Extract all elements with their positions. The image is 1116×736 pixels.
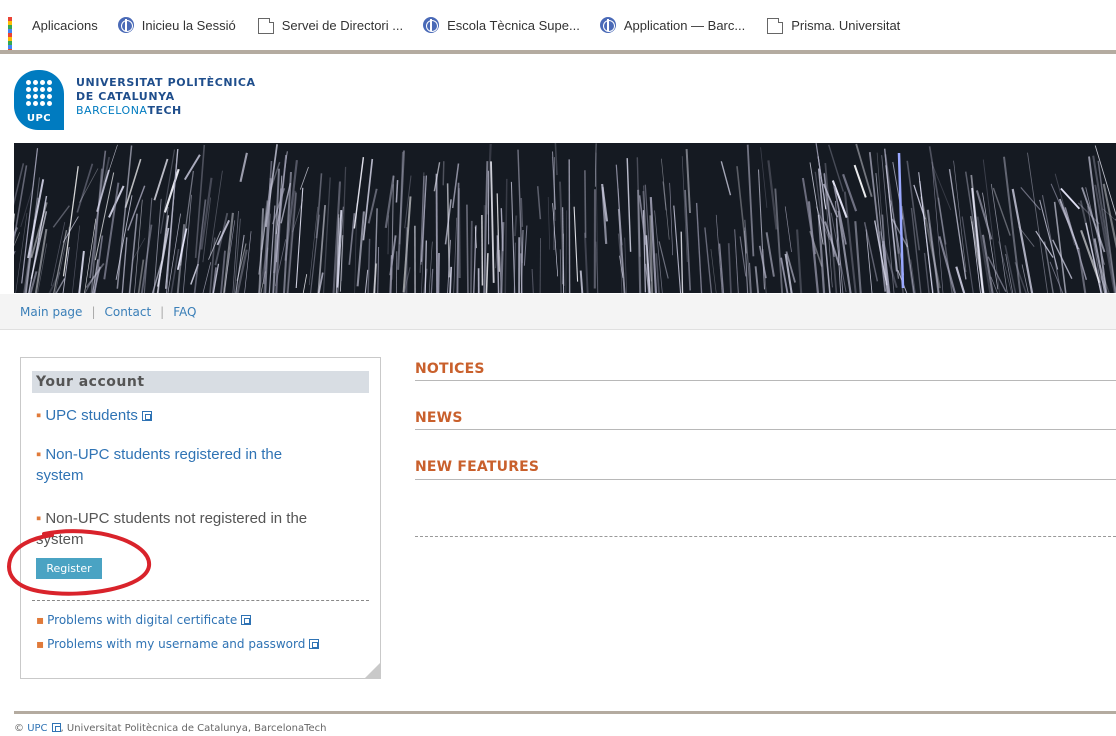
toolbar-divider	[0, 50, 1116, 54]
header-banner-image	[14, 143, 1116, 293]
bookmark-label: Escola Tècnica Supe...	[447, 17, 580, 33]
copyright-symbol: ©	[14, 723, 24, 734]
bookmarks-bar: Aplicacions Inicieu la Sessió Servei de …	[0, 0, 1116, 50]
bookmark-label: Servei de Directori ...	[281, 17, 404, 33]
problems-certificate-link[interactable]: Problems with digital certificate	[47, 613, 237, 627]
notices-rule	[415, 380, 1116, 381]
globe-icon	[117, 17, 134, 33]
list-item-non-upc-registered: ▪ Non-UPC students registered in the syste…	[36, 444, 282, 486]
nav-separator: |	[91, 304, 96, 319]
university-name-line1: UNIVERSITAT POLITÈCNICA	[76, 76, 256, 89]
list-item-non-upc-not-registered: ▪ Non-UPC students not registered in the s…	[36, 508, 307, 550]
bullet-icon: ▪	[36, 446, 42, 463]
university-name-line3: BARCELONATECH	[76, 104, 182, 117]
nav-separator: |	[160, 304, 165, 319]
apps-icon	[8, 17, 24, 50]
upc-logo[interactable]: UPC UNIVERSITAT POLITÈCNICA DE CATALUNYA…	[14, 70, 256, 132]
footer-upc-link[interactable]: UPC	[27, 723, 47, 734]
university-name: UNIVERSITAT POLITÈCNICA DE CATALUNYA BAR…	[76, 76, 256, 132]
upc-logo-mark: UPC	[14, 70, 64, 130]
external-link-icon	[51, 723, 61, 732]
logo-mark-text: UPC	[26, 113, 52, 124]
nav-faq[interactable]: FAQ	[173, 305, 196, 319]
external-link-icon	[241, 615, 252, 625]
content-divider	[415, 536, 1116, 537]
nav-contact[interactable]: Contact	[104, 305, 151, 319]
resize-corner	[365, 663, 380, 678]
list-item-problems-certificate: ▪ Problems with digital certificate	[36, 613, 252, 627]
non-upc-registered-link[interactable]: Non-UPC students registered in the system	[36, 446, 282, 484]
bookmark-inicieu-sessio[interactable]: Inicieu la Sessió	[117, 17, 236, 33]
bookmark-prisma[interactable]: Prisma. Universitat	[765, 17, 900, 34]
bookmark-label: Inicieu la Sessió	[141, 17, 236, 33]
globe-icon	[599, 17, 616, 33]
bookmark-aplicacions[interactable]: Aplicacions	[8, 17, 98, 50]
bookmark-label: Aplicacions	[32, 17, 98, 33]
news-rule	[415, 429, 1116, 430]
account-heading: Your account	[32, 371, 369, 393]
bookmark-escola-tecnica[interactable]: Escola Tècnica Supe...	[423, 17, 580, 33]
news-heading: NEWS	[415, 410, 463, 426]
new-features-rule	[415, 479, 1116, 480]
list-item-problems-username: ▪ Problems with my username and password	[36, 637, 320, 651]
account-panel: Your account ▪ UPC students ▪ Non-UPC stud…	[20, 357, 381, 679]
non-upc-not-registered-text: Non-UPC students not registered in the sy…	[36, 510, 308, 548]
bookmark-application[interactable]: Application — Barc...	[599, 17, 746, 33]
external-link-icon	[141, 411, 152, 421]
notices-heading: NOTICES	[415, 361, 485, 377]
divider	[32, 600, 369, 601]
page-icon	[767, 17, 784, 34]
footer-text: , Universitat Politècnica de Catalunya, …	[60, 723, 327, 734]
problems-username-link[interactable]: Problems with my username and password	[47, 637, 305, 651]
nav-main-page[interactable]: Main page	[20, 305, 82, 319]
external-link-icon	[309, 639, 320, 649]
bookmark-label: Application — Barc...	[623, 17, 746, 33]
footer: © UPC , Universitat Politècnica de Catalu…	[14, 723, 326, 734]
globe-icon	[423, 17, 440, 33]
upc-students-link[interactable]: UPC students	[45, 407, 138, 424]
bookmark-label: Prisma. Universitat	[791, 17, 901, 33]
bullet-icon: ▪	[36, 613, 45, 627]
register-button[interactable]: Register	[36, 558, 102, 579]
list-item-upc-students: ▪ UPC students	[36, 405, 152, 426]
top-nav: Main page | Contact | FAQ	[0, 294, 1116, 330]
new-features-heading: NEW FEATURES	[415, 459, 540, 475]
footer-divider	[14, 711, 1116, 714]
bookmark-servei-directori[interactable]: Servei de Directori ...	[256, 17, 403, 34]
university-name-line2: DE CATALUNYA	[76, 90, 175, 103]
bullet-icon: ▪	[36, 637, 45, 651]
page-icon	[257, 17, 274, 34]
bullet-icon: ▪	[36, 510, 42, 527]
bullet-icon: ▪	[36, 407, 42, 424]
